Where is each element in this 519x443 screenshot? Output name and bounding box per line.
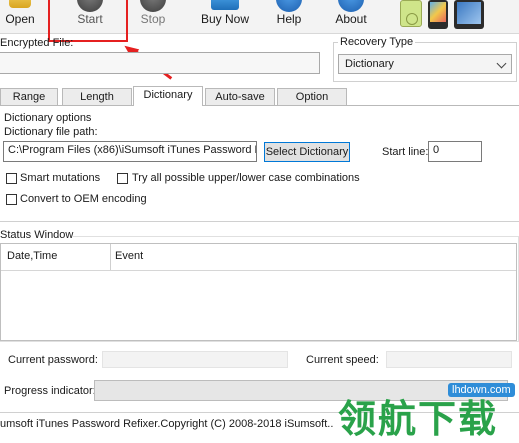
ipad-icon: [454, 0, 484, 29]
status-table[interactable]: Date,Time Event: [0, 243, 517, 341]
encrypted-file-input[interactable]: [0, 52, 320, 74]
smart-mutations-label: Smart mutations: [20, 172, 101, 184]
tab-auto-save-label: Auto-save: [215, 91, 265, 103]
chevron-down-icon: [496, 58, 507, 69]
stop-icon: [140, 0, 166, 12]
smart-mutations-checkbox[interactable]: [6, 173, 17, 184]
start-line-input[interactable]: 0: [428, 141, 482, 162]
tab-length[interactable]: Length: [62, 88, 132, 105]
recovery-type-label: Recovery Type: [338, 36, 416, 48]
dictionary-file-path-label: Dictionary file path:: [4, 126, 98, 138]
encrypted-file-label: Encrypted File:: [0, 37, 74, 49]
ipod-icon: [400, 0, 422, 27]
about-button[interactable]: About: [328, 0, 374, 33]
help-icon: [276, 0, 302, 12]
current-password-value: [102, 351, 288, 368]
tab-option-label: Option: [295, 91, 329, 103]
copyright-text: umsoft iTunes Password Refixer.Copyright…: [0, 418, 334, 430]
recovery-type-select[interactable]: Dictionary: [338, 54, 512, 74]
start-line-label: Start line:: [382, 146, 429, 158]
select-dictionary-button[interactable]: Select Dictionary: [264, 142, 350, 162]
tab-range[interactable]: Range: [0, 88, 58, 105]
cart-icon: [211, 0, 239, 10]
stop-label: Stop: [140, 12, 166, 26]
column-divider: [110, 244, 111, 270]
progress-indicator-label: Progress indicator:: [4, 385, 96, 397]
watermark-logo: 领航下载: [338, 397, 499, 441]
header-divider: [1, 270, 516, 271]
iphone-icon: [428, 0, 448, 29]
info-icon: [338, 0, 364, 12]
dictionary-path-input[interactable]: C:\Program Files (x86)\iSumsoft iTunes P…: [3, 141, 257, 162]
tab-range-label: Range: [12, 91, 46, 103]
current-password-label: Current password:: [8, 354, 98, 366]
tab-dictionary[interactable]: Dictionary: [133, 86, 203, 106]
current-speed-value: [386, 351, 512, 368]
tab-dictionary-label: Dictionary: [143, 89, 193, 101]
about-label: About: [335, 12, 367, 26]
open-button[interactable]: Open: [0, 0, 40, 33]
convert-oem-checkbox[interactable]: [6, 194, 17, 205]
convert-oem-label: Convert to OEM encoding: [20, 193, 147, 205]
tab-auto-save[interactable]: Auto-save: [205, 88, 275, 105]
folder-icon: [9, 0, 31, 8]
buy-now-label: Buy Now: [200, 12, 250, 26]
status-window-title: Status Window: [0, 229, 74, 241]
col-event: Event: [115, 250, 144, 262]
try-case-label: Try all possible upper/lower case combin…: [132, 172, 360, 184]
tab-length-label: Length: [80, 91, 114, 103]
help-button[interactable]: Help: [266, 0, 312, 33]
recovery-type-value: Dictionary: [345, 58, 394, 70]
try-case-checkbox[interactable]: [117, 173, 128, 184]
buy-now-button[interactable]: Buy Now: [194, 0, 256, 33]
help-label: Help: [276, 12, 302, 26]
tab-option[interactable]: Option: [277, 88, 347, 105]
open-label: Open: [5, 12, 35, 26]
stop-button[interactable]: Stop: [130, 0, 176, 33]
col-date-time: Date,Time: [7, 250, 58, 262]
dictionary-options-title: Dictionary options: [4, 112, 92, 124]
current-speed-label: Current speed:: [306, 354, 379, 366]
start-highlight-box: [48, 0, 128, 42]
